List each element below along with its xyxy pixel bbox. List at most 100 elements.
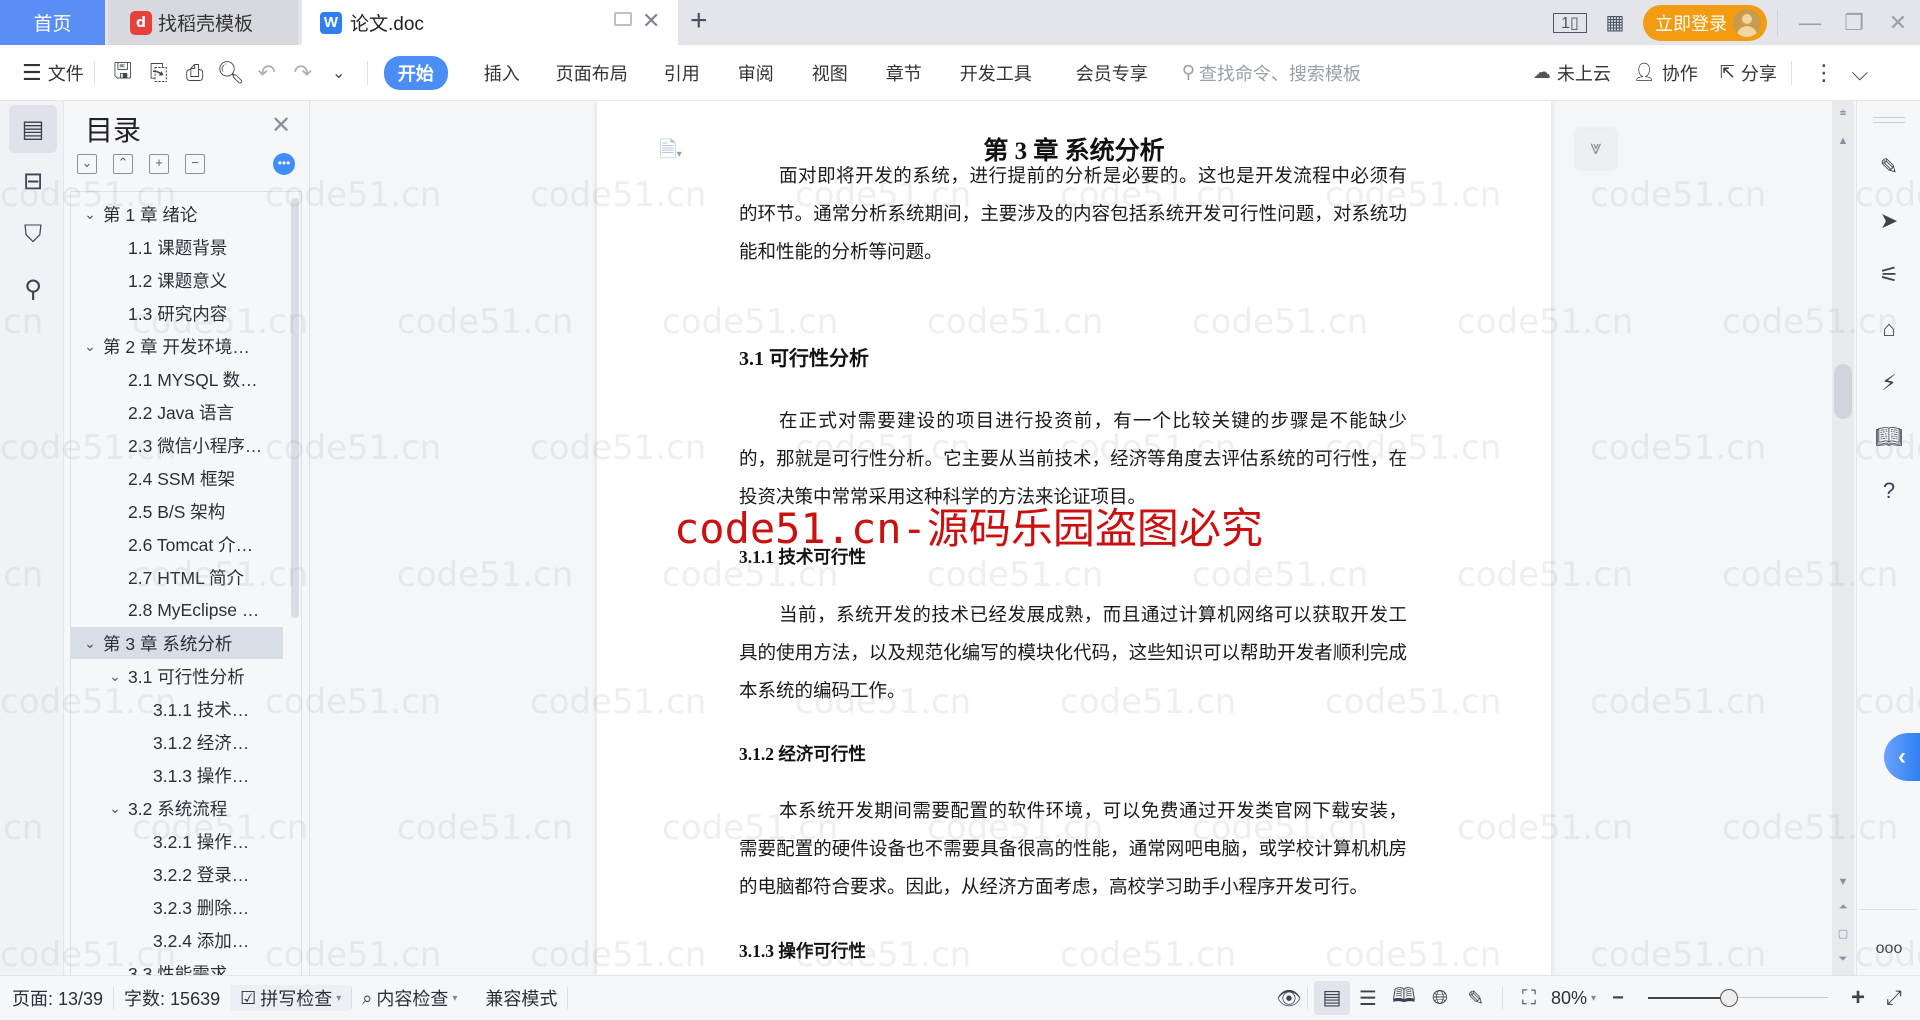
scroll-thumb[interactable] [1834, 364, 1852, 419]
ribbon-tab-developer[interactable]: 开发工具 [960, 60, 1032, 86]
read-search-icon[interactable]: 📖︎ [1871, 419, 1907, 455]
collapse-all-icon[interactable]: ⌃ [113, 154, 133, 174]
redo-icon[interactable]: ↷ [285, 60, 321, 86]
paragraph-format-icon[interactable]: 🗎▾ [659, 133, 682, 171]
scroll-up-icon[interactable]: ▲ [1832, 135, 1854, 147]
vertical-scrollbar[interactable]: ⩧ ▲ ▼ ⏶ ▢ ⏷ [1832, 101, 1854, 975]
toc-item[interactable]: 3.2.4 添加… [71, 924, 283, 956]
close-icon[interactable]: ✕ [271, 111, 291, 140]
spell-check-button[interactable]: ☑ 拼写检查 ▾ [230, 985, 352, 1011]
toc-item[interactable]: ⌄ 3.2 系统流程 [71, 792, 283, 824]
save-icon[interactable]: 🖫 [105, 54, 141, 92]
zoom-in-icon[interactable]: + [1840, 984, 1876, 1012]
login-button[interactable]: 立即登录 [1643, 4, 1767, 41]
add-heading-icon[interactable]: + [149, 154, 169, 174]
filter-icon[interactable]: ⩔ [1576, 129, 1616, 169]
tab-templates[interactable]: ⅾ 找稻壳模板 [108, 0, 298, 45]
chevron-down-icon[interactable]: ⌄ [81, 338, 99, 355]
more-vertical-icon[interactable]: ⋮ [1806, 60, 1842, 86]
toc-item[interactable]: 2.6 Tomcat 介… [71, 528, 283, 560]
remove-heading-icon[interactable]: − [185, 154, 205, 174]
toc-item[interactable]: 2.4 SSM 框架 [71, 462, 283, 494]
toc-item[interactable]: 2.8 MyEclipse … [71, 594, 283, 626]
outline-view-icon[interactable]: ☰ [1350, 986, 1386, 1011]
scroll-down-icon[interactable]: ▼ [1832, 876, 1854, 888]
ribbon-tab-section[interactable]: 章节 [886, 60, 922, 86]
zoom-level-dropdown[interactable]: 80% ▾ [1547, 988, 1600, 1009]
bookmark-button[interactable]: ⛉ [9, 211, 57, 259]
content-check-button[interactable]: ⌕ 内容检查 ▾ [352, 985, 467, 1011]
close-tab-icon[interactable]: ✕ [642, 8, 660, 34]
toc-item[interactable]: 3.1.1 技术… [71, 693, 283, 725]
split-icon[interactable]: ⩧ [1832, 107, 1854, 120]
page-view-icon[interactable]: ▤ [1313, 981, 1350, 1015]
ribbon-tab-insert[interactable]: 插入 [484, 60, 520, 86]
close-window-icon[interactable]: ✕ [1876, 10, 1920, 36]
drag-handle[interactable] [1873, 117, 1905, 123]
eye-protection-icon[interactable]: 👁︎ [1271, 986, 1307, 1011]
toc-item[interactable]: ⌄ 3.1 可行性分析 [71, 660, 283, 692]
zoom-slider[interactable] [1648, 988, 1828, 1008]
toc-item[interactable]: 2.2 Java 语言 [71, 396, 283, 428]
toc-item[interactable]: 3.1.3 操作… [71, 759, 283, 791]
cloud-status-button[interactable]: ☁ 未上云 [1533, 60, 1611, 86]
reading-view-icon[interactable]: 🕮 [1386, 981, 1422, 1015]
page-indicator[interactable]: 页面: 13/39 [0, 985, 113, 1011]
toc-item[interactable]: 3.3 性能需求 [71, 957, 283, 976]
monitor-icon[interactable] [614, 12, 632, 26]
format-painter-icon[interactable]: ✎ [1871, 149, 1907, 185]
ai-lightning-icon[interactable]: ⚡ [1871, 365, 1907, 401]
share-button[interactable]: ⇱ 分享 [1720, 60, 1777, 86]
find-button[interactable]: ⚲ [9, 265, 57, 313]
toc-item[interactable]: 2.3 微信小程序… [71, 429, 283, 461]
navigation-button[interactable]: ⊟ [9, 157, 57, 205]
tab-document[interactable]: W 论文.doc ✕ [302, 0, 678, 45]
store-icon[interactable]: ⌂ [1871, 311, 1907, 347]
fullscreen-icon[interactable]: ⤢ [1876, 987, 1912, 1010]
quick-access-dropdown-icon[interactable]: ⌄ [321, 63, 357, 83]
fit-page-icon[interactable]: ⛶ [1511, 987, 1547, 1010]
print-icon[interactable]: ⎙ [177, 60, 213, 86]
write-view-icon[interactable]: ✎ [1458, 986, 1494, 1011]
document-page[interactable]: 第 3 章 系统分析 面对即将开发的系统，进行提前的分析是必要的。这也是开发流程… [597, 101, 1551, 975]
chevron-down-icon[interactable]: ⌄ [81, 206, 99, 223]
collapse-ribbon-icon[interactable]: ⌵ [1842, 60, 1878, 86]
toc-item[interactable]: 3.2.2 登录… [71, 858, 283, 890]
select-cursor-icon[interactable]: ➤ [1871, 203, 1907, 239]
toc-item[interactable]: 3.2.3 删除… [71, 891, 283, 923]
new-tab-button[interactable]: + [690, 4, 708, 38]
ribbon-tab-review[interactable]: 审阅 [738, 60, 774, 86]
ribbon-tab-page-layout[interactable]: 页面布局 [556, 60, 628, 86]
adjust-settings-icon[interactable]: ⚟ [1871, 257, 1907, 293]
expand-all-icon[interactable]: ⌄ [77, 154, 97, 174]
toc-item[interactable]: ⌄ 第 3 章 系统分析 [71, 627, 283, 659]
help-icon[interactable]: ? [1871, 473, 1907, 509]
toc-item[interactable]: 2.7 HTML 简介 [71, 561, 283, 593]
toc-item[interactable]: 3.2.1 操作… [71, 825, 283, 857]
zoom-out-icon[interactable]: − [1600, 987, 1636, 1010]
next-page-icon[interactable]: ⏷ [1832, 953, 1854, 966]
ribbon-tab-view[interactable]: 视图 [812, 60, 848, 86]
web-view-icon[interactable]: 🌐︎ [1422, 987, 1458, 1010]
zoom-knob[interactable] [1720, 989, 1738, 1007]
layout-switch-icon[interactable]: 1▯ [1553, 12, 1587, 33]
toc-more-icon[interactable]: ••• [273, 153, 295, 175]
more-icon[interactable]: ooo [1871, 931, 1907, 967]
restore-icon[interactable]: ❐ [1832, 10, 1876, 36]
ribbon-tab-member[interactable]: 会员专享 [1076, 60, 1148, 86]
minimize-icon[interactable]: — [1788, 10, 1832, 36]
toc-panel-button[interactable]: ▤ [9, 105, 57, 153]
print-preview-icon[interactable]: 🔍︎ [213, 60, 249, 86]
ribbon-tab-start[interactable]: 开始 [383, 55, 448, 90]
export-pdf-icon[interactable]: ⎘ [141, 60, 177, 86]
toc-item[interactable]: ⌄ 第 2 章 开发环境… [71, 330, 283, 362]
prev-page-icon[interactable]: ⏶ [1832, 901, 1854, 914]
toc-item[interactable]: 1.2 课题意义 [71, 264, 283, 296]
toc-item[interactable]: 1.3 研究内容 [71, 297, 283, 329]
tab-home[interactable]: 首页 [0, 0, 105, 45]
word-count[interactable]: 字数: 15639 [114, 985, 230, 1011]
command-search[interactable]: ⚲ 查找命令、搜索模板 [1182, 60, 1361, 86]
apps-grid-icon[interactable]: ▦ [1597, 5, 1633, 41]
toc-item[interactable]: 1.1 课题背景 [71, 231, 283, 263]
toc-item[interactable]: 2.1 MYSQL 数… [71, 363, 283, 395]
